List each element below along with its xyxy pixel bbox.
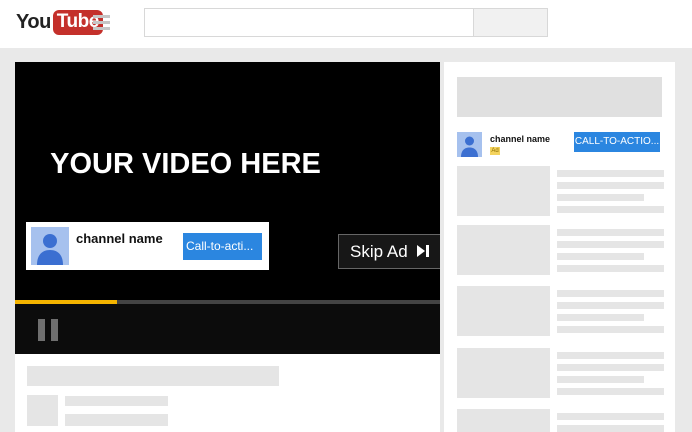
- sidebar: channel name Ad CALL-TO-ACTIO...: [444, 62, 675, 432]
- skip-ad-button[interactable]: Skip Ad: [338, 234, 440, 269]
- uploader-name-placeholder: [65, 396, 168, 406]
- ad-badge: Ad: [490, 147, 500, 155]
- related-meta-line: [557, 388, 664, 395]
- pause-icon[interactable]: [38, 319, 60, 341]
- user-avatar-icon: [457, 132, 482, 157]
- related-title-line: [557, 170, 664, 177]
- related-thumbnail: [457, 409, 550, 432]
- subscribe-placeholder: [65, 414, 168, 426]
- related-title-line: [557, 290, 664, 297]
- related-title-line: [557, 182, 664, 189]
- sidebar-ad-channel: channel name Ad CALL-TO-ACTIO...: [457, 132, 667, 162]
- related-thumbnail: [457, 166, 550, 216]
- related-thumbnail: [457, 348, 550, 398]
- channel-overlay-card: channel name Call-to-acti...: [26, 222, 269, 270]
- related-meta-line: [557, 265, 664, 272]
- video-player[interactable]: YOUR VIDEO HERE channel name Call-to-act…: [15, 62, 440, 354]
- logo-you-text: You: [16, 10, 51, 33]
- related-thumbnail: [457, 225, 550, 275]
- related-title-line: [557, 302, 664, 309]
- related-meta-line: [557, 206, 664, 213]
- related-title-line: [557, 425, 664, 432]
- sidebar-ad-banner[interactable]: [457, 77, 662, 117]
- overlay-cta-button[interactable]: Call-to-acti...: [183, 233, 262, 260]
- related-thumbnail: [457, 286, 550, 336]
- related-title-line: [557, 241, 664, 248]
- search-input[interactable]: [144, 8, 474, 37]
- title-placeholder: [27, 366, 279, 386]
- related-title-line: [557, 352, 664, 359]
- related-meta-line: [557, 376, 644, 383]
- search-button[interactable]: [474, 8, 548, 37]
- video-title: YOUR VIDEO HERE: [50, 148, 321, 180]
- skip-next-icon: [417, 245, 430, 258]
- player-controls: [15, 304, 440, 354]
- skip-ad-label: Skip Ad: [350, 242, 408, 261]
- user-avatar-icon: [31, 227, 69, 265]
- related-meta-line: [557, 314, 644, 321]
- related-meta-line: [557, 326, 664, 333]
- related-title-line: [557, 364, 664, 371]
- related-meta-line: [557, 253, 644, 260]
- overlay-channel-name: channel name: [76, 231, 163, 246]
- related-meta-line: [557, 194, 644, 201]
- sidebar-channel-name: channel name: [490, 134, 551, 144]
- uploader-avatar-placeholder: [27, 395, 58, 426]
- related-title-line: [557, 413, 664, 420]
- hamburger-menu-icon[interactable]: [93, 15, 110, 31]
- related-title-line: [557, 229, 664, 236]
- sidebar-cta-button[interactable]: CALL-TO-ACTIO...: [574, 132, 660, 152]
- youtube-logo[interactable]: You Tube: [16, 9, 103, 35]
- masthead: You Tube: [0, 0, 692, 48]
